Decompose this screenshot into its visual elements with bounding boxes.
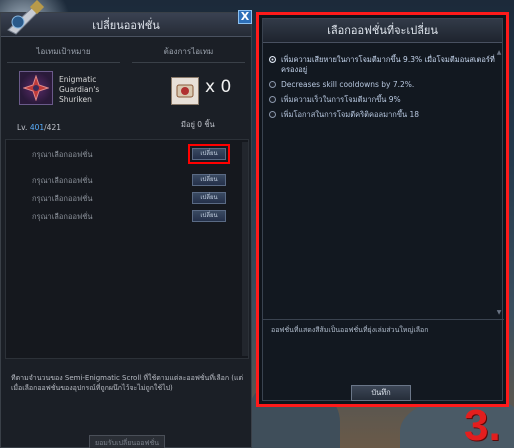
radio-selected-icon: [269, 56, 276, 63]
scroll-down-icon[interactable]: ▼: [496, 309, 502, 316]
select-option-popup: เลือกออฟชั่นที่จะเปลี่ยน เพิ่มความเสียหา…: [262, 18, 504, 401]
item-level: Lv. 401/421: [17, 123, 61, 132]
owned-count: มีอยู่ 0 ชิ้น: [181, 120, 215, 129]
item-level-current: 401: [29, 123, 45, 132]
option-choice-text: เพิ่มความเร็วในการโจมตีมากขึ้น 9%: [281, 95, 401, 104]
change-button[interactable]: เปลี่ยน: [192, 210, 226, 222]
required-item-header: ต้องการไอเทม: [132, 43, 245, 63]
option-choice-3[interactable]: เพิ่มความเร็วในการโจมตีมากขึ้น 9%: [269, 95, 497, 105]
change-button[interactable]: เปลี่ยน: [192, 192, 226, 204]
popup-title: เลือกออฟชั่นที่จะเปลี่ยน: [263, 19, 502, 43]
option-list: กรุณาเลือกออฟชั่น เปลี่ยน กรุณาเลือกออฟช…: [5, 139, 249, 359]
option-label: กรุณาเลือกออฟชั่น: [32, 212, 93, 221]
radio-icon: [269, 81, 276, 88]
step-label: 3.: [464, 401, 501, 448]
option-choice-list: เพิ่มความเสียหายในการโจมตีมากขึ้น 9.3% เ…: [269, 55, 497, 125]
shuriken-icon: [23, 75, 49, 101]
scroll-usage-note: ทีตามจำนวนของ Semi-Enigmatic Scroll ที่ใ…: [11, 374, 244, 392]
column-headers: ไอเทมเป้าหมาย ต้องการไอเทม: [1, 43, 251, 63]
popup-scrollbar[interactable]: ▲ ▼: [496, 49, 502, 319]
change-option-window: เปลี่ยนออฟชั่น ไอเทมเป้าหมาย ต้องการไอเท…: [0, 12, 252, 448]
close-button[interactable]: X: [238, 10, 252, 24]
weapon-window-icon: [4, 0, 48, 40]
target-item-header: ไอเทมเป้าหมาย: [7, 43, 120, 63]
item-row: Enigmatic Guardian's Shuriken Lv. 401/42…: [9, 71, 245, 133]
change-button[interactable]: เปลี่ยน: [188, 144, 230, 164]
scroll-up-icon[interactable]: ▲: [496, 49, 502, 56]
option-slot-1: กรุณาเลือกออฟชั่น เปลี่ยน: [32, 144, 232, 164]
option-slot-2: กรุณาเลือกออฟชั่น เปลี่ยน: [32, 174, 232, 188]
scroll-item-slot[interactable]: [171, 77, 199, 105]
radio-icon: [269, 111, 276, 118]
option-choice-text: เพิ่มโอกาสในการโจมตีคริติคอลมากขึ้น 18: [281, 110, 420, 119]
accept-change-button[interactable]: ยอมรับเปลี่ยนออฟชั่น: [89, 435, 165, 448]
scroll-count: x 0: [205, 77, 232, 97]
radio-icon: [269, 96, 276, 103]
option-scrollbar[interactable]: [242, 142, 248, 356]
option-choice-1[interactable]: เพิ่มความเสียหายในการโจมตีมากขึ้น 9.3% เ…: [269, 55, 497, 75]
item-level-max: /421: [44, 123, 61, 132]
option-slot-3: กรุณาเลือกออฟชั่น เปลี่ยน: [32, 192, 232, 206]
option-choice-2[interactable]: Decreases skill cooldowns by 7.2%.: [269, 80, 497, 90]
option-label: กรุณาเลือกออฟชั่น: [32, 176, 93, 185]
option-choice-text: เพิ่มความเสียหายในการโจมตีมากขึ้น 9.3% เ…: [281, 55, 495, 74]
popup-note: ออฟชั่นที่แสดงสีส้มเป็นออฟชั่นที่ยุ่งเล่…: [271, 326, 429, 334]
change-button[interactable]: เปลี่ยน: [192, 174, 226, 186]
option-choice-4[interactable]: เพิ่มโอกาสในการโจมตีคริติคอลมากขึ้น 18: [269, 110, 497, 120]
select-option-popup-highlight: เลือกออฟชั่นที่จะเปลี่ยน เพิ่มความเสียหา…: [256, 12, 509, 407]
option-label: กรุณาเลือกออฟชั่น: [32, 150, 93, 159]
option-label: กรุณาเลือกออฟชั่น: [32, 194, 93, 203]
divider: [263, 319, 504, 320]
window-title-text: เปลี่ยนออฟชั่น: [92, 18, 160, 32]
save-button[interactable]: บันทึก: [351, 385, 411, 401]
shuriken-item-slot[interactable]: [19, 71, 53, 105]
option-choice-text: Decreases skill cooldowns by 7.2%.: [281, 80, 415, 89]
item-name: Enigmatic Guardian's Shuriken: [59, 75, 100, 104]
scroll-icon: [176, 84, 194, 98]
option-slot-4: กรุณาเลือกออฟชั่น เปลี่ยน: [32, 210, 232, 224]
